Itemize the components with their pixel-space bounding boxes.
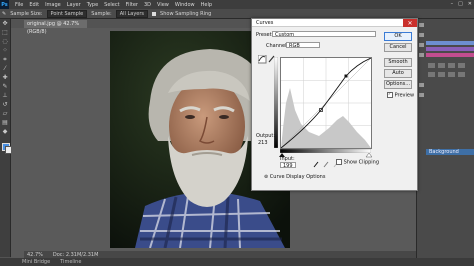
show-clipping-checkbox[interactable] — [336, 159, 342, 165]
zoom-level[interactable]: 42.7% — [27, 252, 43, 258]
display-options-label: Curve Display Options — [269, 174, 326, 180]
photoshop-logo: Ps — [0, 0, 9, 9]
menu-select[interactable]: Select — [104, 2, 119, 8]
point-curve-icon — [258, 55, 267, 64]
dialog-close-icon[interactable]: ✕ — [403, 19, 417, 27]
document-tab[interactable]: original.jpg @ 42.7% (RGB/8) — [24, 20, 87, 35]
options-button[interactable]: Options... — [384, 80, 412, 89]
show-ring-checkbox[interactable] — [152, 11, 157, 16]
menu-view[interactable]: View — [157, 2, 169, 8]
menu-file[interactable]: File — [15, 2, 23, 8]
menu-bar: Ps File Edit Image Layer Type Select Fil… — [0, 0, 474, 9]
swatches-panel[interactable] — [426, 41, 474, 81]
marquee-tool-icon[interactable]: ⬚ — [0, 28, 10, 37]
menu-help[interactable]: Help — [201, 2, 212, 8]
input-value[interactable]: 199 — [280, 162, 296, 169]
sample-size-select[interactable]: Point Sample — [46, 9, 88, 18]
menu-window[interactable]: Window — [175, 2, 195, 8]
smooth-button[interactable]: Smooth — [384, 58, 412, 67]
eyedropper-tool-icon[interactable]: ✎ — [2, 11, 6, 17]
bottom-panel-tabs: Mini Bridge Timeline — [0, 258, 474, 266]
clone-stamp-icon[interactable]: ⊥ — [0, 91, 10, 100]
right-panels: Background — [416, 19, 474, 258]
tab-mini-bridge[interactable]: Mini Bridge — [22, 259, 50, 265]
show-clipping-label: Show Clipping — [343, 159, 380, 166]
curve-point-2 — [344, 74, 348, 78]
menu-filter[interactable]: Filter — [126, 2, 138, 8]
lasso-tool-icon[interactable]: ◌ — [0, 37, 10, 46]
crop-tool-icon[interactable]: ⌗ — [0, 55, 10, 64]
menu-layer[interactable]: Layer — [67, 2, 81, 8]
preset-select[interactable]: Custom — [272, 31, 376, 38]
move-tool-icon[interactable]: ✥ — [0, 19, 10, 28]
minimize-icon[interactable]: – — [451, 1, 454, 7]
channel-label: Channel: — [266, 43, 289, 49]
preview-label: Preview — [394, 92, 415, 99]
output-value[interactable]: 213 — [256, 140, 270, 146]
chevron-down-icon: ⊚ — [264, 174, 269, 180]
menu-type[interactable]: Type — [87, 2, 98, 8]
maximize-icon[interactable]: □ — [458, 1, 463, 7]
tab-timeline[interactable]: Timeline — [60, 259, 81, 265]
cancel-button[interactable]: Cancel — [384, 43, 412, 52]
eraser-tool-icon[interactable]: ▱ — [0, 109, 10, 118]
curves-dialog: Curves ✕ Preset: Custom Channel: RGB Out… — [251, 18, 418, 191]
healing-brush-icon[interactable]: ✚ — [0, 73, 10, 82]
menu-image[interactable]: Image — [45, 2, 61, 8]
auto-button[interactable]: Auto — [384, 69, 412, 78]
curve-svg[interactable] — [280, 57, 372, 149]
menu-3d[interactable]: 3D — [144, 2, 151, 8]
tools-panel: ✥ ⬚ ◌ ⁘ ⌗ ⁄ ✚ ✎ ⊥ ↺ ▱ ▤ ◆ — [0, 19, 13, 257]
layer-background[interactable]: Background — [426, 149, 474, 155]
output-label: Output: — [256, 133, 276, 139]
window-controls: – □ ✕ — [451, 1, 472, 7]
preset-label: Preset: — [256, 32, 274, 38]
channel-select[interactable]: RGB — [286, 42, 320, 49]
blur-tool-icon[interactable]: ◆ — [0, 127, 10, 136]
brush-tool-icon[interactable]: ✎ — [0, 82, 10, 91]
gray-eyedropper-icon — [323, 161, 329, 168]
display-options-toggle[interactable]: ⊚ Curve Display Options — [264, 174, 325, 180]
history-brush-icon[interactable]: ↺ — [0, 100, 10, 109]
menu-edit[interactable]: Edit — [29, 2, 39, 8]
curve-graph[interactable] — [280, 57, 372, 149]
status-bar: 42.7% Doc: 2.31M/2.31M — [24, 251, 416, 258]
eyedropper-icon[interactable]: ⁄ — [0, 64, 10, 73]
sample-label: Sample: — [91, 10, 112, 17]
quick-select-tool-icon[interactable]: ⁘ — [0, 46, 10, 55]
panel-icons-strip — [419, 23, 424, 97]
dialog-title: Curves — [252, 19, 417, 27]
sample-size-label: Sample Size: — [10, 10, 43, 17]
close-icon[interactable]: ✕ — [468, 1, 472, 7]
ok-button[interactable]: OK — [384, 32, 412, 41]
black-eyedropper-icon — [313, 161, 319, 168]
gradient-tool-icon[interactable]: ▤ — [0, 118, 10, 127]
document-size: Doc: 2.31M/2.31M — [52, 251, 99, 258]
preview-checkbox[interactable] — [387, 92, 393, 98]
show-ring-label: Show Sampling Ring — [160, 10, 212, 17]
sample-layer-select[interactable]: All Layers — [115, 9, 149, 18]
